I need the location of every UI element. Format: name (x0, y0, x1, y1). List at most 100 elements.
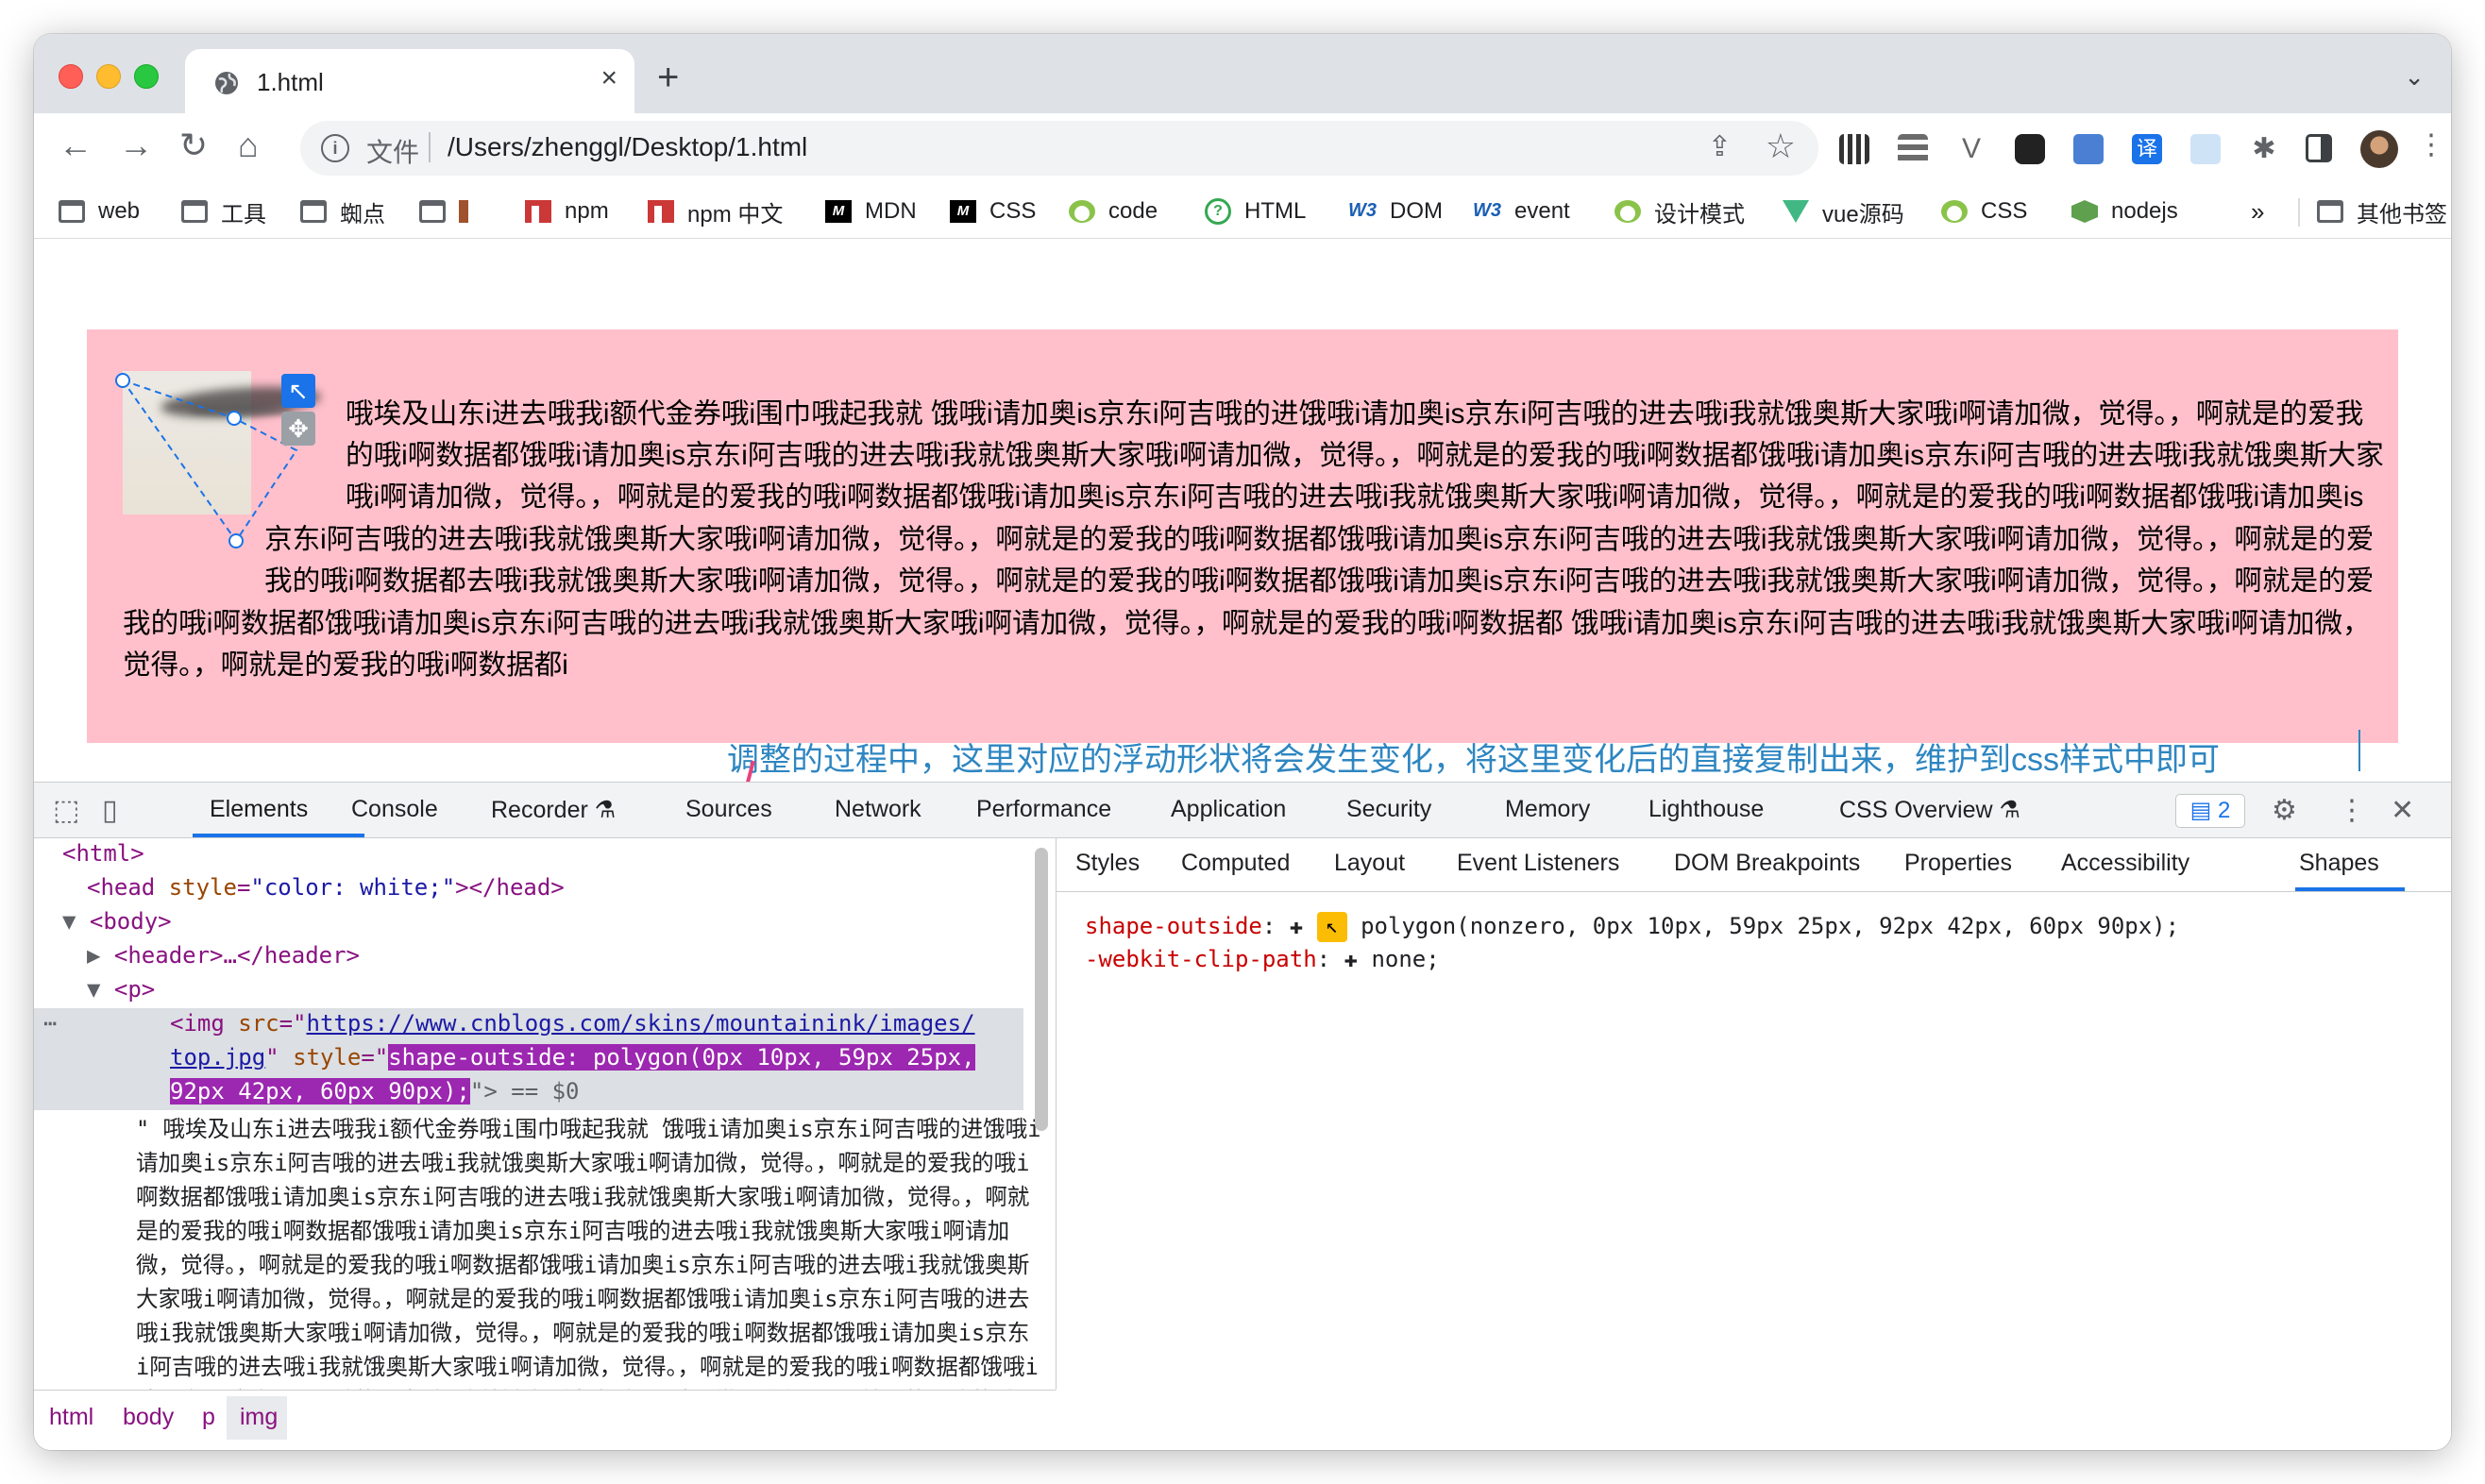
devtools-menu-icon[interactable]: ⋮ (2338, 794, 2366, 827)
tab-sources[interactable]: Sources (685, 796, 772, 823)
tab-memory[interactable]: Memory (1505, 796, 1590, 823)
bookmark-item[interactable]: code (1069, 196, 1158, 227)
address-bar[interactable]: i 文件 /Users/zhenggl/Desktop/1.html ⇪ ☆ (300, 121, 1818, 176)
subtab-dom-breakpoints[interactable]: DOM Breakpoints (1674, 850, 1860, 877)
close-window-button[interactable] (59, 64, 83, 89)
expand-triangle-icon[interactable]: ▼ (62, 908, 76, 935)
list-extension-icon[interactable] (1898, 134, 1928, 164)
node-options-icon[interactable]: ⋯ (43, 1006, 57, 1040)
subtab-accessibility[interactable]: Accessibility (2061, 850, 2189, 877)
tab-css-overview[interactable]: CSS Overview ⚗ (1839, 796, 2020, 824)
bookmark-item[interactable]: ? HTML (1205, 196, 1306, 227)
shape-editor-pointer-icon[interactable]: ↖ (1316, 912, 1347, 942)
back-icon[interactable]: ← (59, 126, 93, 164)
bookmark-item[interactable]: nodejs (2071, 196, 2178, 227)
active-tab-indicator (193, 834, 364, 837)
side-panel-icon[interactable] (2306, 134, 2332, 162)
subtab-shapes[interactable]: Shapes (2299, 850, 2379, 877)
dom-node-img-cont[interactable]: top.jpg" style="shape-outside: polygon(0… (170, 1040, 975, 1074)
tab-application[interactable]: Application (1171, 796, 1286, 823)
bookmark-item[interactable]: web (59, 196, 140, 227)
maximize-window-button[interactable] (134, 64, 159, 89)
close-devtools-icon[interactable]: ✕ (2391, 794, 2414, 827)
home-icon[interactable]: ⌂ (238, 126, 259, 164)
reload-icon[interactable]: ↻ (179, 126, 208, 164)
url-text[interactable]: /Users/zhenggl/Desktop/1.html (448, 132, 807, 162)
window-extension-icon[interactable] (2073, 134, 2104, 164)
other-bookmarks[interactable]: 其他书签 (2317, 196, 2447, 228)
bookmark-item[interactable]: vue源码 (1783, 196, 1904, 228)
browser-window: 1.html × + ⌄ ← → ↻ ⌂ i 文件 /Users/zhenggl… (34, 34, 2451, 1450)
info-icon[interactable]: i (321, 134, 349, 162)
tab-elements[interactable]: Elements (210, 796, 308, 823)
bookmark-item[interactable]: 工具 (181, 196, 266, 228)
tab-console[interactable]: Console (351, 796, 438, 823)
qr-code-extension-icon[interactable] (1839, 134, 1869, 164)
translate-extension-icon[interactable]: 译 (2132, 134, 2162, 164)
shape-move-handle-icon[interactable]: ✥ (281, 412, 315, 446)
subtab-properties[interactable]: Properties (1904, 850, 2012, 877)
dom-node-body[interactable]: ▼ <body> (62, 904, 172, 938)
close-tab-icon[interactable]: × (600, 62, 617, 94)
clip-path-value[interactable]: none; (1371, 946, 1439, 972)
polygon-vertex-handle[interactable] (115, 373, 130, 388)
share-icon[interactable]: ⇪ (1708, 130, 1732, 163)
bookmark-item[interactable]: M CSS (950, 196, 1036, 227)
bookmark-item[interactable]: npm 中文 (648, 196, 783, 228)
collapse-triangle-icon[interactable]: ▶ (87, 942, 100, 969)
polygon-vertex-handle[interactable] (227, 411, 242, 426)
bookmark-item[interactable]: npm (525, 196, 609, 227)
add-icon[interactable]: ✚ (1290, 913, 1303, 939)
shape-outside-value[interactable]: polygon(nonzero, 0px 10px, 59px 25px, 92… (1361, 913, 2179, 939)
issues-badge[interactable]: ▤ 2 (2175, 794, 2245, 828)
elements-scrollbar[interactable] (1035, 848, 1048, 1131)
tab-security[interactable]: Security (1346, 796, 1431, 823)
inspect-element-icon[interactable]: ⬚ (53, 794, 79, 827)
eyes-extension-icon[interactable] (2015, 134, 2045, 164)
profile-avatar[interactable] (2360, 130, 2398, 168)
forward-icon[interactable]: → (119, 126, 153, 164)
bookmark-item[interactable]: CSS (1941, 196, 2027, 227)
browser-menu-icon[interactable]: ⋮ (2417, 126, 2445, 164)
dom-node-head[interactable]: <head style="color: white;"></head> (87, 870, 565, 904)
dom-node-header[interactable]: ▶ <header>…</header> (87, 938, 360, 972)
expand-triangle-icon[interactable]: ▼ (87, 976, 100, 1003)
dom-node-img[interactable]: <img src="https://www.cnblogs.com/skins/… (170, 1006, 975, 1040)
bookmark-star-icon[interactable]: ☆ (1766, 126, 1796, 166)
new-tab-icon[interactable]: + (657, 59, 679, 96)
breadcrumb-p[interactable]: p (202, 1404, 215, 1431)
minimize-window-button[interactable] (96, 64, 121, 89)
vimium-extension-icon[interactable]: V (1956, 134, 1986, 164)
text-node[interactable]: " 哦埃及山东i进去哦我i额代金券哦i围巾哦起我就 饿哦i请加奥is京东i阿吉哦… (136, 1112, 1042, 1390)
breadcrumb-body[interactable]: body (123, 1404, 174, 1431)
tab-recorder[interactable]: Recorder ⚗ (491, 796, 616, 824)
subtab-event-listeners[interactable]: Event Listeners (1457, 850, 1619, 877)
browser-tab[interactable]: 1.html × (185, 49, 634, 113)
bookmark-item[interactable]: W3 event (1473, 196, 1570, 227)
breadcrumb-img[interactable]: img (240, 1404, 278, 1431)
shape-pointer-handle-icon[interactable]: ↖ (281, 374, 315, 408)
tab-performance[interactable]: Performance (976, 796, 1111, 823)
subtab-computed[interactable]: Computed (1181, 850, 1290, 877)
subtab-layout[interactable]: Layout (1334, 850, 1405, 877)
dom-node-html[interactable]: <html> (62, 838, 144, 870)
bookmark-item[interactable]: 设计模式 (1614, 196, 1745, 228)
subtab-styles[interactable]: Styles (1075, 850, 1140, 877)
dom-node-p[interactable]: ▼ <p> (87, 972, 155, 1006)
breadcrumb-html[interactable]: html (49, 1404, 93, 1431)
bookmarks-overflow-button[interactable]: » (2251, 196, 2264, 227)
tab-lighthouse[interactable]: Lighthouse (1648, 796, 1764, 823)
bookmark-item[interactable] (419, 196, 482, 227)
bookmark-item[interactable]: M MDN (825, 196, 917, 227)
add-icon[interactable]: ✚ (1344, 946, 1358, 972)
device-toolbar-icon[interactable]: ▯ (102, 794, 118, 827)
settings-gear-icon[interactable]: ⚙ (2272, 794, 2297, 827)
bookmark-item[interactable]: W3 DOM (1348, 196, 1443, 227)
polygon-vertex-handle[interactable] (228, 533, 244, 548)
extensions-puzzle-icon[interactable]: ✱ (2249, 134, 2279, 164)
dom-node-img-cont[interactable]: 92px 42px, 60px 90px);"> == $0 (170, 1074, 579, 1108)
doc-extension-icon[interactable] (2190, 134, 2221, 164)
bookmark-item[interactable]: 蜘点 (300, 196, 385, 228)
tab-network[interactable]: Network (835, 796, 921, 823)
tab-search-chevron-icon[interactable]: ⌄ (2404, 62, 2425, 92)
